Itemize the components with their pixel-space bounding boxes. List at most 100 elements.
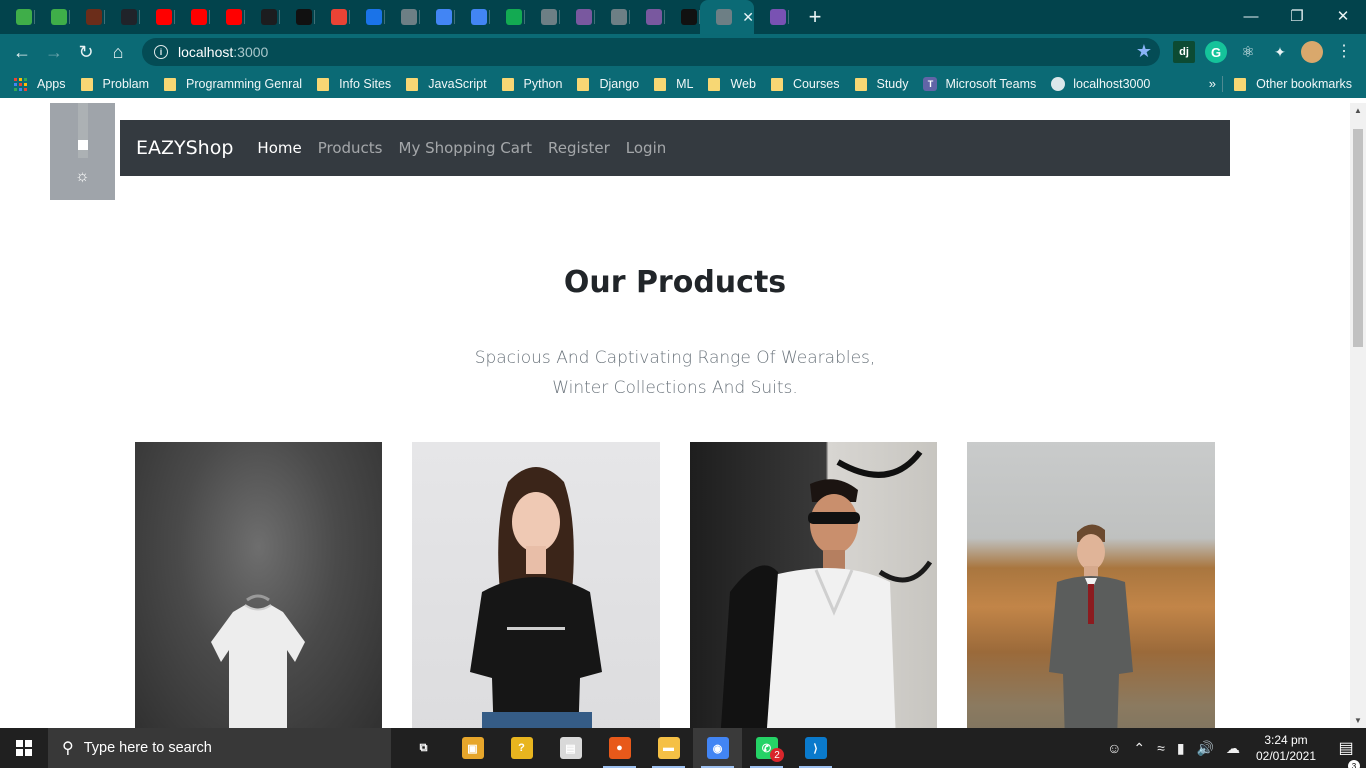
bookmark-item[interactable]: Problam	[80, 77, 149, 91]
browser-tab[interactable]: Cc	[70, 0, 105, 34]
browser-tab[interactable]: jQ	[35, 0, 70, 34]
browser-menu-icon[interactable]: ⋮	[1336, 41, 1352, 61]
product-white-tshirt-image[interactable]	[135, 442, 382, 728]
folder-icon	[501, 77, 514, 91]
theme-toggle-widget[interactable]: ☼	[50, 103, 115, 200]
globe-icon	[401, 9, 417, 25]
taskbar-app-button[interactable]: ✆ 2	[742, 728, 791, 768]
reload-button[interactable]: ↻	[70, 36, 102, 68]
new-tab-button[interactable]: +	[795, 0, 835, 34]
home-button[interactable]: ⌂	[102, 36, 134, 68]
browser-tab[interactable]: Re	[0, 0, 35, 34]
taskbar-app-button[interactable]: ▣	[448, 728, 497, 768]
browser-tab[interactable]: Ex	[595, 0, 630, 34]
product-white-vneck-image[interactable]	[690, 442, 937, 728]
folder-icon	[770, 77, 783, 91]
folder-icon	[577, 77, 590, 91]
extensions-puzzle-icon[interactable]: ✦	[1269, 41, 1291, 63]
bookmark-item[interactable]: T Microsoft Teams	[923, 77, 1036, 91]
taskbar-app-button[interactable]: ?	[497, 728, 546, 768]
taskbar-app-button[interactable]: ▬	[644, 728, 693, 768]
restore-button[interactable]: ❐	[1274, 0, 1320, 32]
browser-tab[interactable]: ra	[385, 0, 420, 34]
task-view-icon: ⧉	[412, 737, 435, 759]
close-window-button[interactable]: ✕	[1320, 0, 1366, 32]
battery-icon[interactable]: ▮	[1177, 740, 1185, 757]
nav-link[interactable]: Products	[318, 139, 383, 157]
start-button[interactable]	[0, 728, 48, 768]
bookmark-item[interactable]: JavaScript	[406, 77, 487, 91]
show-hidden-icons-chevron-icon[interactable]: ⌃	[1133, 740, 1145, 757]
wifi-icon[interactable]: ≈	[1157, 740, 1165, 756]
browser-tab[interactable]: D	[490, 0, 525, 34]
browser-tab[interactable]: Pe	[630, 0, 665, 34]
taskbar-app-button[interactable]: ●	[595, 728, 644, 768]
action-center-button[interactable]: ▤ 3	[1326, 738, 1366, 768]
close-tab-icon[interactable]: ✕	[742, 9, 754, 26]
bookmark-item[interactable]: localhost3000	[1051, 77, 1150, 91]
other-bookmarks-folder[interactable]: Other bookmarks	[1234, 70, 1352, 98]
browser-tab[interactable]: Ap	[525, 0, 560, 34]
brightness-slider-handle[interactable]	[78, 140, 88, 150]
browser-tab[interactable]: or	[560, 0, 595, 34]
address-bar[interactable]: i localhost:3000 ★	[142, 38, 1160, 66]
browser-tab[interactable]: W	[175, 0, 210, 34]
taskbar-clock[interactable]: 3:24 pm 02/01/2021	[1246, 732, 1326, 764]
browser-tab[interactable]: La	[350, 0, 385, 34]
nav-link[interactable]: My Shopping Cart	[399, 139, 533, 157]
taskbar-app-button[interactable]: ⧉	[399, 728, 448, 768]
scrollbar-thumb[interactable]	[1353, 129, 1363, 347]
page-scrollbar[interactable]: ▲ ▼	[1350, 103, 1366, 728]
browser-tab[interactable]: co	[280, 0, 315, 34]
browser-tab[interactable]: (1)	[210, 0, 245, 34]
minimize-button[interactable]: —	[1228, 0, 1274, 32]
site-info-icon[interactable]: i	[154, 45, 168, 59]
nav-link[interactable]: Register	[548, 139, 610, 157]
grammarly-extension-icon[interactable]: G	[1205, 41, 1227, 63]
bookmark-item[interactable]: Web	[708, 77, 756, 91]
taskbar-app-button[interactable]: ▤	[546, 728, 595, 768]
nav-link[interactable]: Login	[626, 139, 666, 157]
nav-link[interactable]: Home	[257, 139, 301, 157]
bookmark-star-icon[interactable]: ★	[1136, 41, 1152, 62]
browser-tab[interactable]: Ne	[315, 0, 350, 34]
taskbar-search[interactable]: ⚲ Type here to search	[48, 728, 391, 768]
bookmark-item[interactable]: Django	[577, 77, 639, 91]
scroll-up-arrow[interactable]: ▲	[1354, 106, 1362, 115]
django-extension-icon[interactable]: dj	[1173, 41, 1195, 63]
bookmark-item[interactable]: Courses	[770, 77, 840, 91]
product-black-tshirt-image[interactable]	[412, 442, 660, 728]
youtube-icon	[191, 9, 207, 25]
bookmark-item[interactable]: ML	[654, 77, 693, 91]
browser-tab[interactable]: JS	[140, 0, 175, 34]
browser-tab[interactable]: Ja	[245, 0, 280, 34]
taskbar-app-button[interactable]: ⟩	[791, 728, 840, 768]
browser-tab[interactable]: N	[754, 0, 789, 34]
bookmark-item[interactable]: Apps	[14, 77, 66, 91]
youtube-icon	[226, 9, 242, 25]
windows-logo-icon	[16, 740, 32, 756]
browser-tab[interactable]: Oj	[105, 0, 140, 34]
bookmarks-overflow-button[interactable]: »	[1209, 76, 1216, 91]
back-button[interactable]: ←	[6, 36, 38, 68]
people-icon[interactable]: ☺	[1107, 740, 1121, 756]
browser-tab[interactable]: Fc	[420, 0, 455, 34]
man-grey-suit-illustration	[1049, 524, 1133, 728]
brand-logo[interactable]: EAZYShop	[136, 137, 233, 159]
browser-tab[interactable]: ✕	[700, 0, 754, 34]
forward-button[interactable]: →	[38, 36, 70, 68]
bookmark-item[interactable]: Python	[501, 77, 562, 91]
bookmark-item[interactable]: Study	[854, 77, 908, 91]
taskbar-app-button[interactable]: ◉	[693, 728, 742, 768]
sun-icon[interactable]: ☼	[75, 168, 90, 186]
browser-tab[interactable]: hc	[455, 0, 490, 34]
bookmark-item[interactable]: Programming Genral	[164, 77, 302, 91]
scroll-down-arrow[interactable]: ▼	[1354, 716, 1362, 725]
onedrive-cloud-icon[interactable]: ☁	[1226, 740, 1240, 757]
react-devtools-extension-icon[interactable]: ⚛	[1237, 41, 1259, 63]
product-grey-suit-image[interactable]	[967, 442, 1215, 728]
profile-avatar[interactable]	[1301, 41, 1323, 63]
bookmark-item[interactable]: Info Sites	[317, 77, 391, 91]
volume-icon[interactable]: 🔊	[1197, 740, 1214, 757]
browser-tab[interactable]: Re	[665, 0, 700, 34]
